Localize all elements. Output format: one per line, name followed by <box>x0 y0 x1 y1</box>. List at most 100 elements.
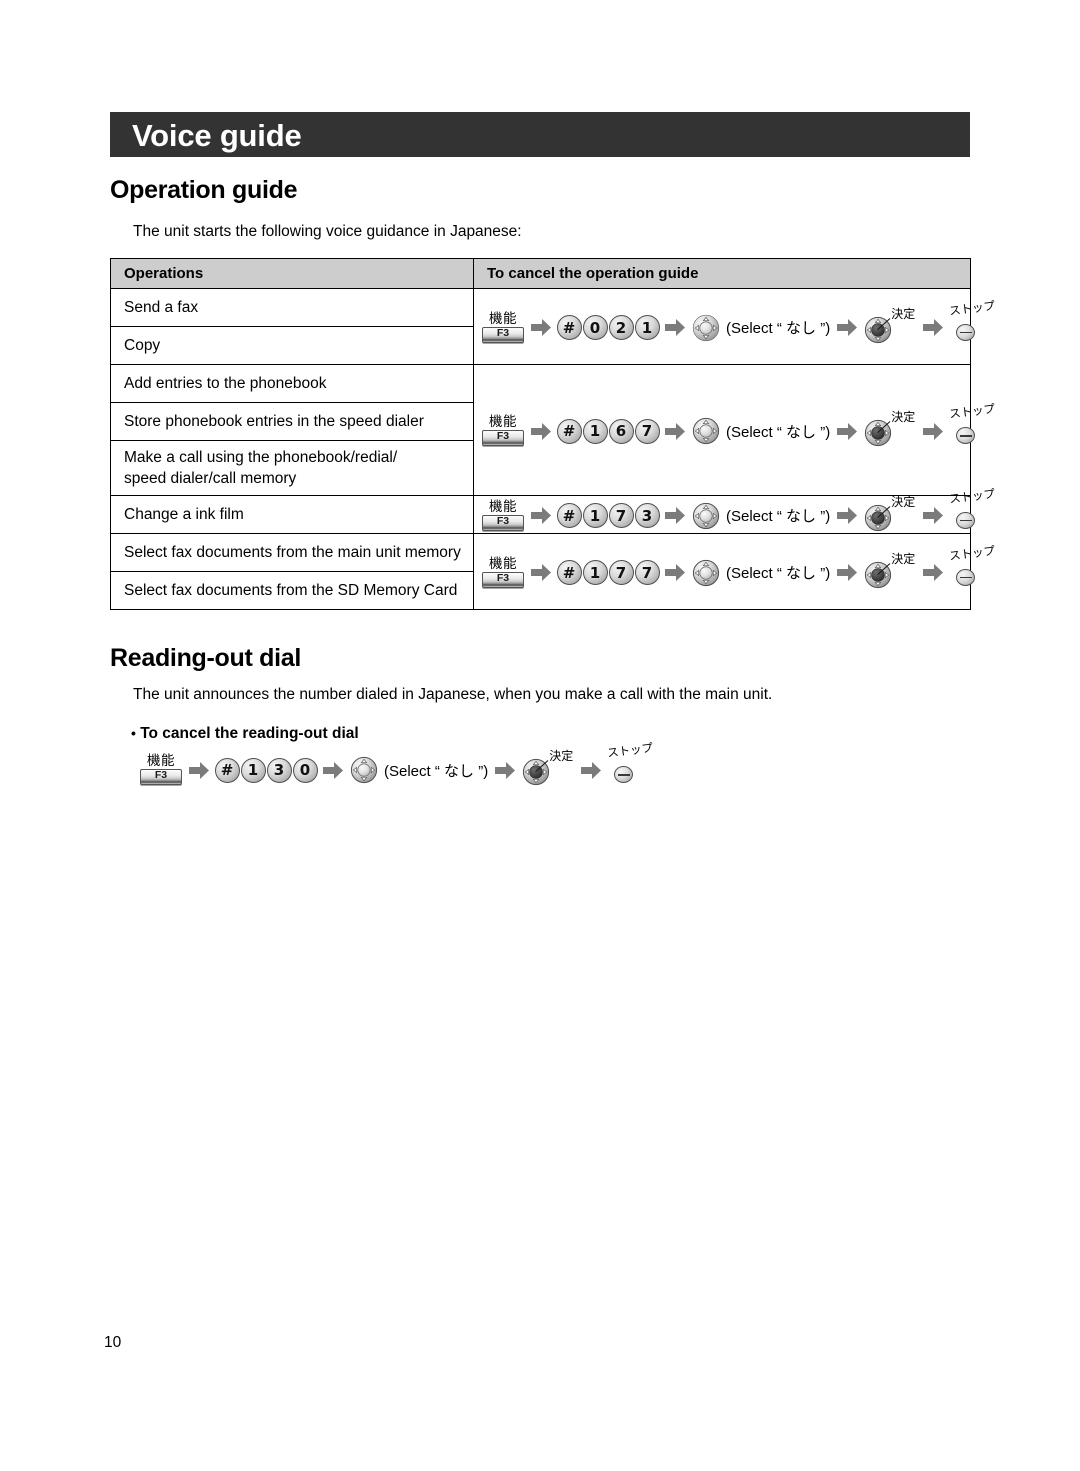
f3-button-label: F3 <box>154 769 168 781</box>
table-row: Select fax documents from the main unit … <box>110 533 996 610</box>
operation-label-line1: Make a call using the phonebook/redial/ <box>124 448 398 466</box>
key-hash[interactable]: # <box>556 503 582 528</box>
right-arrow-icon <box>923 319 944 336</box>
function-key[interactable]: 機能 F3 <box>140 754 182 785</box>
select-suffix: ”) <box>816 423 831 441</box>
stop-key[interactable]: ストップ <box>949 298 996 346</box>
key-sequence-cell: 機能 F3 # 1 7 3 (Select “ なし ”) 決定 ストップ <box>473 486 996 534</box>
key-hash[interactable]: # <box>556 418 582 444</box>
key-hash[interactable]: # <box>556 560 582 585</box>
f3-button-label: F3 <box>496 514 510 527</box>
navigator-pad-icon[interactable] <box>521 758 551 791</box>
select-value: なし <box>786 319 817 337</box>
f3-button[interactable]: F3 <box>482 326 524 343</box>
right-arrow-icon <box>531 564 551 581</box>
stop-key-jp-label: ストップ <box>606 740 654 760</box>
function-key[interactable]: 機能 F3 <box>482 415 524 446</box>
f3-button[interactable]: F3 <box>140 769 182 785</box>
right-arrow-icon <box>923 564 944 581</box>
navigator-pad-icon[interactable] <box>691 559 721 587</box>
key-digit[interactable]: 3 <box>634 503 660 528</box>
select-suffix: ”) <box>816 320 831 337</box>
ok-key[interactable]: 決定 <box>863 411 917 447</box>
key-digit[interactable]: 1 <box>582 560 608 585</box>
right-arrow-icon <box>581 761 602 779</box>
stop-key[interactable]: ストップ <box>949 543 996 591</box>
stop-button-icon[interactable] <box>956 427 976 444</box>
select-prefix: (Select “ <box>726 565 787 582</box>
key-digit[interactable]: 2 <box>608 315 634 340</box>
f3-button[interactable]: F3 <box>482 571 524 588</box>
function-key[interactable]: 機能 F3 <box>482 310 524 343</box>
right-arrow-icon <box>665 564 685 581</box>
key-digit[interactable]: 1 <box>582 418 608 444</box>
stop-key[interactable]: ストップ <box>949 401 996 449</box>
key-digit[interactable]: 1 <box>582 503 608 528</box>
key-hash[interactable]: # <box>556 315 582 340</box>
f3-button[interactable]: F3 <box>482 514 524 531</box>
right-arrow-icon <box>531 422 551 440</box>
select-instruction: (Select “ なし ”) <box>726 317 830 338</box>
table-row: Add entries to the phonebook 機能 F3 # 1 6… <box>110 364 996 496</box>
stop-key-jp-label: ストップ <box>948 485 996 506</box>
stop-button-icon[interactable] <box>614 766 634 783</box>
operation-label: Store phonebook entries in the speed dia… <box>110 402 474 441</box>
select-instruction: (Select “ なし ”) <box>726 505 830 526</box>
ok-key-jp-label: 決定 <box>549 749 574 763</box>
navigator-pad-icon[interactable] <box>691 314 721 342</box>
select-suffix: ”) <box>474 762 489 780</box>
select-value: なし <box>786 564 817 582</box>
column-header-operations: Operations <box>110 258 474 289</box>
navigator-pad-icon[interactable] <box>863 316 893 349</box>
f3-button-label: F3 <box>496 430 510 442</box>
operation-label: Make a call using the phonebook/redial/s… <box>110 440 474 496</box>
navigator-pad-icon[interactable] <box>863 561 893 594</box>
key-digit[interactable]: 7 <box>608 503 634 528</box>
stop-key[interactable]: ストップ <box>949 486 996 534</box>
operation-label: Send a fax <box>110 288 474 327</box>
f3-button-label: F3 <box>496 326 510 339</box>
key-digit[interactable]: 0 <box>582 315 608 340</box>
right-arrow-icon <box>531 319 551 336</box>
navigator-pad-icon[interactable] <box>863 504 893 537</box>
select-prefix: (Select “ <box>726 423 787 441</box>
ok-key-jp-label: 決定 <box>891 410 916 424</box>
key-digit[interactable]: 1 <box>634 315 660 340</box>
key-sequence-cell: 機能 F3 # 1 6 7 (Select “ なし ”) 決定 ストップ <box>473 364 996 496</box>
navigator-pad-icon[interactable] <box>349 756 379 784</box>
key-sequence: 機能 F3 # 1 6 7 (Select “ なし ”) 決定 ストップ <box>482 401 996 447</box>
navigator-pad-icon[interactable] <box>863 419 893 452</box>
f3-button[interactable]: F3 <box>482 430 524 446</box>
right-arrow-icon <box>837 507 858 524</box>
stop-key[interactable]: ストップ <box>607 740 654 788</box>
operation-label: Copy <box>110 326 474 365</box>
operation-label: Select fax documents from the SD Memory … <box>110 571 474 610</box>
operation-label: Change a ink film <box>110 495 474 534</box>
key-digit[interactable]: 7 <box>634 418 660 444</box>
stop-button-icon[interactable] <box>956 511 976 529</box>
table-header-row: Operations To cancel the operation guide <box>110 258 971 289</box>
navigator-pad-icon[interactable] <box>691 417 721 445</box>
right-arrow-icon <box>837 422 858 440</box>
key-digit[interactable]: 6 <box>608 418 634 444</box>
ok-key-jp-label: 決定 <box>891 551 916 566</box>
function-key-jp-label: 機能 <box>489 310 517 327</box>
function-key[interactable]: 機能 F3 <box>482 557 524 588</box>
stop-button-icon[interactable] <box>956 323 976 341</box>
stop-button-icon[interactable] <box>956 568 976 586</box>
key-digit[interactable]: 7 <box>634 560 660 585</box>
key-digit[interactable]: 3 <box>266 757 292 783</box>
key-digit[interactable]: 1 <box>240 757 266 783</box>
right-arrow-icon <box>923 507 944 524</box>
ok-key[interactable]: 決定 <box>521 750 575 786</box>
operation-label-line2: speed dialer/call memory <box>124 470 297 487</box>
key-digit[interactable]: 7 <box>608 560 634 585</box>
key-digit[interactable]: 0 <box>292 757 318 783</box>
navigator-pad-icon[interactable] <box>691 502 721 530</box>
key-hash[interactable]: # <box>214 757 240 783</box>
ok-key[interactable]: 決定 <box>863 553 917 589</box>
ok-key[interactable]: 決定 <box>863 496 917 532</box>
function-key[interactable]: 機能 F3 <box>482 500 524 531</box>
bullet-heading-label: To cancel the reading-out dial <box>140 725 359 742</box>
ok-key[interactable]: 決定 <box>863 308 917 344</box>
